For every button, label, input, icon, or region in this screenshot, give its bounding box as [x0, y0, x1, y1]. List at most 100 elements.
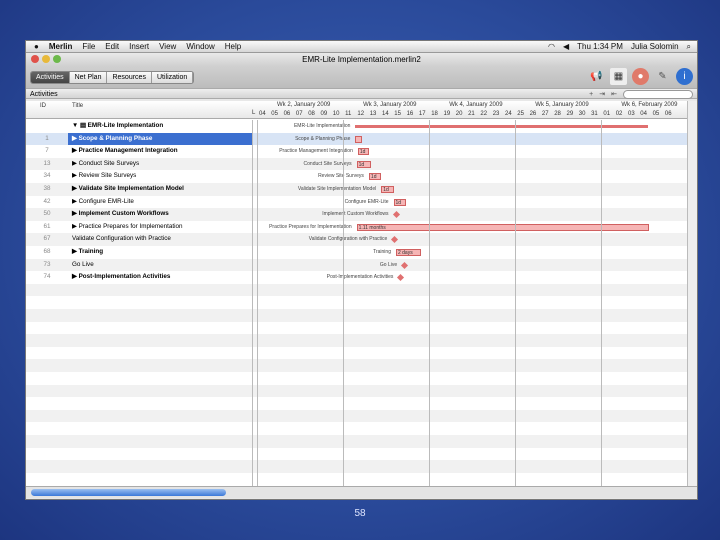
outdent-icon[interactable]: ⇤: [611, 89, 617, 100]
milestone-marker[interactable]: [392, 211, 400, 219]
day-label: 22: [480, 111, 488, 117]
row-title[interactable]: ▶ Validate Site Implementation Model: [68, 183, 252, 196]
menu-window[interactable]: Window: [186, 42, 214, 51]
menu-file[interactable]: File: [82, 42, 95, 51]
row-title[interactable]: ▶ Post-Implementation Activities: [68, 271, 252, 284]
menu-view[interactable]: View: [159, 42, 176, 51]
empty-row: [26, 296, 688, 309]
task-bar[interactable]: 1d: [393, 198, 406, 206]
empty-row: [26, 473, 688, 486]
empty-row: [26, 322, 688, 335]
col-l[interactable]: L: [252, 110, 255, 116]
empty-row: [26, 384, 688, 398]
milestone-marker[interactable]: [397, 274, 405, 282]
calendar-icon[interactable]: ▦: [610, 68, 627, 85]
row-id: 73: [43, 260, 51, 268]
day-label: 29: [566, 111, 574, 117]
table-row[interactable]: ▼ ▤ EMR-Lite Implementation EMR-Lite Impl…: [26, 120, 688, 133]
menu-insert[interactable]: Insert: [129, 42, 149, 51]
window-title: EMR-Lite Implementation.merlin2: [302, 55, 421, 64]
row-title[interactable]: Validate Configuration with Practice: [68, 233, 252, 246]
tab-net-plan[interactable]: Net Plan: [69, 71, 108, 83]
tab-utilization[interactable]: Utilization: [151, 71, 194, 83]
task-bar[interactable]: 2 days: [395, 249, 421, 256]
tools-icon[interactable]: ✎: [654, 68, 671, 85]
table-row[interactable]: 42 ▶ Configure EMR-Lite Configure EMR-Lite…: [26, 196, 688, 209]
col-title[interactable]: Title: [72, 103, 83, 109]
table-row[interactable]: 34 ▶ Review Site Surveys Review Site Surve…: [26, 170, 688, 183]
task-bar[interactable]: 1.11 months: [356, 223, 650, 231]
task-bar[interactable]: [355, 135, 362, 143]
user-name[interactable]: Julia Solomin: [631, 42, 679, 51]
empty-row: [26, 347, 688, 360]
row-title[interactable]: ▶ Implement Custom Workflows: [68, 208, 252, 221]
table-row[interactable]: 67 Validate Configuration with Practice Va…: [26, 233, 688, 246]
empty-row: [26, 309, 688, 322]
day-label: 13: [369, 111, 377, 117]
volume-icon[interactable]: ◀: [563, 42, 569, 51]
zoom-button[interactable]: [53, 55, 61, 63]
task-bar[interactable]: 1d: [356, 160, 372, 168]
task-bar[interactable]: 1d: [381, 186, 394, 193]
spotlight-icon[interactable]: ⌕: [687, 42, 691, 52]
clock[interactable]: Thu 1:34 PM: [577, 42, 623, 51]
day-label: 16: [406, 111, 414, 117]
table-row[interactable]: 73 Go Live Go Live: [26, 258, 688, 272]
col-id[interactable]: ID: [40, 103, 46, 109]
milestone-marker[interactable]: [391, 236, 399, 244]
table-row[interactable]: 1 ▶ Scope & Planning Phase Scope & Plannin…: [26, 132, 688, 146]
wifi-icon[interactable]: ◠: [548, 42, 555, 51]
task-bar[interactable]: 1d: [368, 173, 382, 181]
table-row[interactable]: 13 ▶ Conduct Site Surveys Conduct Site Sur…: [26, 157, 688, 171]
horizontal-scrollbar[interactable]: [26, 486, 697, 498]
indent-icon[interactable]: ⇥: [599, 89, 605, 100]
empty-row: [26, 448, 688, 461]
row-id: 34: [43, 172, 51, 180]
summary-bar[interactable]: [355, 125, 649, 128]
table-row[interactable]: 74 ▶ Post-Implementation Activities Post-I…: [26, 271, 688, 284]
menu-merlin[interactable]: Merlin: [49, 42, 73, 51]
megaphone-icon[interactable]: 📢: [588, 68, 605, 85]
day-label: 27: [541, 111, 549, 117]
day-label: 06: [664, 111, 672, 117]
day-label: 25: [517, 111, 524, 117]
row-id: 42: [43, 197, 51, 205]
panel-title: Activities: [30, 91, 58, 98]
gantt-label: Practice Prepares for Implementation: [269, 223, 352, 230]
close-button[interactable]: [31, 55, 39, 63]
minimize-button[interactable]: [42, 55, 50, 63]
tab-activities[interactable]: Activities: [31, 71, 70, 83]
vertical-scrollbar[interactable]: [687, 101, 697, 486]
day-label: 21: [468, 111, 475, 117]
day-label: 09: [320, 111, 328, 117]
palette-icon[interactable]: ●: [632, 68, 649, 85]
day-label: 11: [345, 111, 352, 117]
table-row[interactable]: 61 ▶ Practice Prepares for Implementation…: [26, 221, 688, 234]
info-icon[interactable]: i: [676, 68, 693, 85]
menu-help[interactable]: Help: [225, 42, 241, 51]
empty-row: [26, 422, 688, 435]
scroll-thumb[interactable]: [31, 489, 226, 496]
day-label: 05: [271, 111, 278, 117]
day-label: 24: [505, 111, 512, 117]
task-bar[interactable]: 1d: [357, 148, 369, 156]
table-row[interactable]: 7 ▶ Practice Management Integration Practi…: [26, 145, 688, 158]
row-id: 74: [43, 273, 51, 281]
menu-edit[interactable]: Edit: [105, 42, 119, 51]
add-icon[interactable]: +: [589, 89, 593, 100]
table-row[interactable]: 50 ▶ Implement Custom Workflows Implement …: [26, 208, 688, 221]
merlin-window: ● Merlin File Edit Insert View Window He…: [25, 40, 698, 500]
tab-resources[interactable]: Resources: [107, 71, 152, 83]
row-title[interactable]: ▶ Training: [68, 246, 252, 259]
empty-row: [26, 283, 688, 297]
search-input[interactable]: [623, 90, 693, 99]
milestone-marker[interactable]: [401, 261, 409, 269]
row-title[interactable]: ▶ Configure EMR-Lite: [68, 196, 252, 209]
table-row[interactable]: 38 ▶ Validate Site Implementation Model Va…: [26, 183, 688, 196]
gantt-label: Post-Implementation Activities: [326, 274, 394, 281]
apple-icon[interactable]: ●: [34, 42, 39, 51]
gantt-label: Go Live: [379, 261, 398, 268]
table-row[interactable]: 68 ▶ Training Training 2 days: [26, 246, 688, 259]
row-title[interactable]: Go Live: [68, 259, 252, 272]
week-label: Wk 6, February 2009: [621, 102, 678, 108]
